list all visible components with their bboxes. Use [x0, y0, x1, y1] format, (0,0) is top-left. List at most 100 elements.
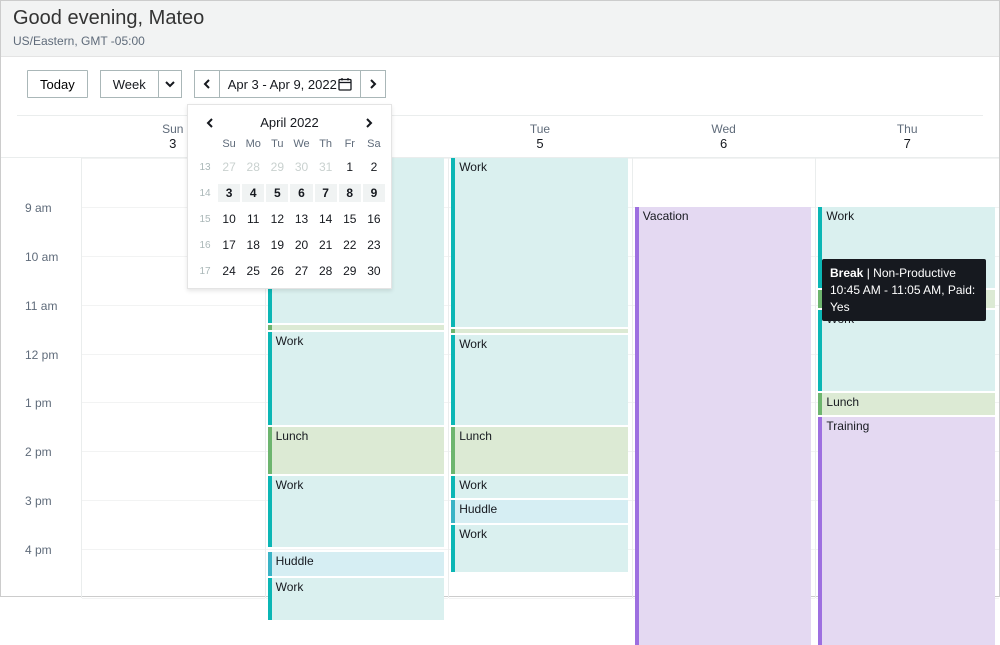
datepicker-day[interactable]: 2 [363, 158, 385, 176]
time-label: 2 pm [1, 445, 81, 459]
calendar-event[interactable]: Work [451, 158, 628, 327]
datepicker-dow: Mo [242, 138, 264, 150]
datepicker-day[interactable]: 9 [363, 184, 385, 202]
datepicker-day[interactable]: 27 [218, 158, 240, 176]
prev-week-button[interactable] [194, 70, 220, 98]
calendar-event[interactable] [268, 325, 445, 329]
calendar-event[interactable]: Work [268, 578, 445, 620]
calendar-grid[interactable]: 9 am10 am11 am12 pm1 pm2 pm3 pm4 pm Work… [1, 158, 999, 598]
datepicker-day[interactable]: 8 [339, 184, 361, 202]
page-header: Good evening, Mateo US/Eastern, GMT -05:… [1, 1, 999, 57]
datepicker-day[interactable]: 29 [339, 262, 361, 280]
calendar-event[interactable]: Work [451, 525, 628, 572]
time-label: 11 am [1, 299, 81, 313]
datepicker-week-number: 13 [194, 162, 216, 173]
datepicker-day[interactable]: 7 [315, 184, 337, 202]
datepicker-day[interactable]: 25 [242, 262, 264, 280]
datepicker-day[interactable]: 27 [290, 262, 312, 280]
datepicker-day[interactable]: 28 [242, 158, 264, 176]
calendar: Sun3Mon4Tue5Wed6Thu7 9 am10 am11 am12 pm… [1, 116, 999, 598]
calendar-event[interactable]: Lunch [451, 427, 628, 474]
calendar-event[interactable]: Work [451, 335, 628, 425]
calendar-day-header: Sun3Mon4Tue5Wed6Thu7 [1, 116, 999, 158]
day-header-cell: Thu7 [815, 116, 999, 157]
datepicker-week-number: 17 [194, 266, 216, 277]
date-range-label: Apr 3 - Apr 9, 2022 [228, 77, 337, 92]
datepicker-grid: SuMoTuWeThFrSa13272829303112143456789151… [194, 138, 385, 280]
datepicker-day[interactable]: 30 [290, 158, 312, 176]
timezone-label: US/Eastern, GMT -05:00 [13, 34, 987, 48]
datepicker-day[interactable]: 1 [339, 158, 361, 176]
datepicker-day[interactable]: 26 [266, 262, 288, 280]
datepicker-day[interactable]: 30 [363, 262, 385, 280]
datepicker-dow: Su [218, 138, 240, 150]
calendar-event[interactable]: Work [818, 310, 995, 391]
datepicker-popover: April 2022 SuMoTuWeThFrSa132728293031121… [187, 104, 392, 289]
datepicker-day[interactable]: 28 [315, 262, 337, 280]
calendar-event[interactable]: Huddle [451, 500, 628, 522]
next-week-button[interactable] [360, 70, 386, 98]
view-select-label: Week [101, 77, 158, 92]
tooltip-detail: 10:45 AM - 11:05 AM, Paid: Yes [830, 282, 978, 316]
tooltip-title: Break [830, 266, 863, 280]
calendar-event[interactable]: Training [818, 417, 995, 645]
datepicker-day[interactable]: 29 [266, 158, 288, 176]
datepicker-dow: Fr [339, 138, 361, 150]
tooltip-category: Non-Productive [873, 266, 956, 280]
time-label: 1 pm [1, 396, 81, 410]
time-axis: 9 am10 am11 am12 pm1 pm2 pm3 pm4 pm [1, 158, 81, 598]
today-button[interactable]: Today [27, 70, 88, 98]
toolbar: Today Week Apr 3 - Apr 9, 2022 [1, 57, 999, 110]
datepicker-day[interactable]: 3 [218, 184, 240, 202]
chevron-down-icon [158, 71, 181, 97]
time-label: 12 pm [1, 348, 81, 362]
datepicker-day[interactable]: 20 [290, 236, 312, 254]
datepicker-dow: Tu [266, 138, 288, 150]
datepicker-dow: We [290, 138, 312, 150]
calendar-event[interactable]: Work [268, 332, 445, 425]
datepicker-day[interactable]: 4 [242, 184, 264, 202]
datepicker-day[interactable]: 22 [339, 236, 361, 254]
time-label: 9 am [1, 201, 81, 215]
datepicker-day[interactable]: 14 [315, 210, 337, 228]
prev-month-button[interactable] [202, 118, 218, 128]
view-select[interactable]: Week [100, 70, 182, 98]
datepicker-day[interactable]: 12 [266, 210, 288, 228]
day-column[interactable]: Vacation [632, 158, 816, 598]
datepicker-day[interactable]: 13 [290, 210, 312, 228]
time-label: 10 am [1, 250, 81, 264]
day-header-cell: Tue5 [448, 116, 632, 157]
calendar-event[interactable]: Vacation [635, 207, 812, 645]
calendar-event[interactable]: Lunch [818, 393, 995, 415]
datepicker-day[interactable]: 6 [290, 184, 312, 202]
datepicker-day[interactable]: 11 [242, 210, 264, 228]
datepicker-day[interactable]: 17 [218, 236, 240, 254]
day-header-cell: Wed6 [632, 116, 816, 157]
calendar-event[interactable] [451, 329, 628, 333]
datepicker-day[interactable]: 15 [339, 210, 361, 228]
next-month-button[interactable] [361, 118, 377, 128]
page-title: Good evening, Mateo [13, 7, 987, 30]
day-column[interactable]: WorkWorkLunchWorkHuddleWork [448, 158, 632, 598]
datepicker-day[interactable]: 24 [218, 262, 240, 280]
datepicker-day[interactable]: 19 [266, 236, 288, 254]
datepicker-day[interactable]: 5 [266, 184, 288, 202]
calendar-event[interactable]: Work [451, 476, 628, 498]
datepicker-day[interactable]: 18 [242, 236, 264, 254]
calendar-event[interactable]: Huddle [268, 552, 445, 577]
datepicker-day[interactable]: 16 [363, 210, 385, 228]
datepicker-day[interactable]: 23 [363, 236, 385, 254]
calendar-icon [338, 77, 352, 91]
datepicker-day[interactable]: 10 [218, 210, 240, 228]
datepicker-week-number: 14 [194, 188, 216, 199]
calendar-event[interactable]: Lunch [268, 427, 445, 474]
datepicker-week-number: 15 [194, 214, 216, 225]
datepicker-day[interactable]: 31 [315, 158, 337, 176]
day-column[interactable]: WorkWorkLunchTraining [815, 158, 999, 598]
datepicker-week-number: 16 [194, 240, 216, 251]
datepicker-dow: Th [315, 138, 337, 150]
datepicker-day[interactable]: 21 [315, 236, 337, 254]
calendar-event[interactable]: Work [268, 476, 445, 547]
datepicker-dow: Sa [363, 138, 385, 150]
date-range-picker[interactable]: Apr 3 - Apr 9, 2022 [220, 70, 360, 98]
